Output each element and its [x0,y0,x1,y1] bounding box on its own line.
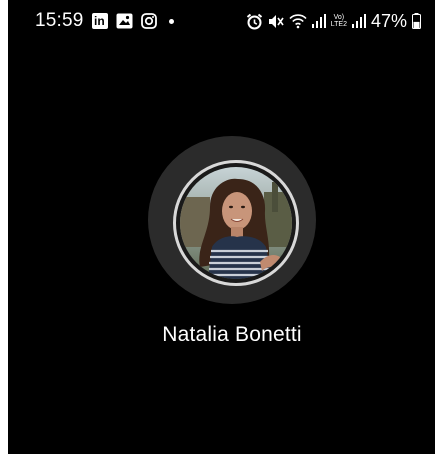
lte-badge-icon: Vo) LTE2 [330,14,347,28]
instagram-icon [141,13,157,29]
battery-icon [412,13,421,29]
call-screen: 15:59 in Vo) LTE2 47% Natalia Bonetti [8,0,435,454]
status-time: 15:59 [35,10,84,31]
signal-icon [311,13,326,29]
signal-icon [351,13,366,29]
alarm-icon [246,13,263,30]
mute-icon [268,13,284,30]
gallery-icon [116,13,133,29]
notification-dot-icon [165,18,174,24]
wifi-icon [289,13,307,29]
status-bar: 15:59 in Vo) LTE2 47% [8,0,435,44]
system-icons: Vo) LTE2 47% [241,11,421,31]
linkedin-icon: in [92,13,108,29]
contact-avatar[interactable] [180,167,292,279]
contact-name: Natalia Bonetti [162,323,302,346]
battery-percent: 47% [370,10,407,31]
notification-icons: in [92,12,182,30]
